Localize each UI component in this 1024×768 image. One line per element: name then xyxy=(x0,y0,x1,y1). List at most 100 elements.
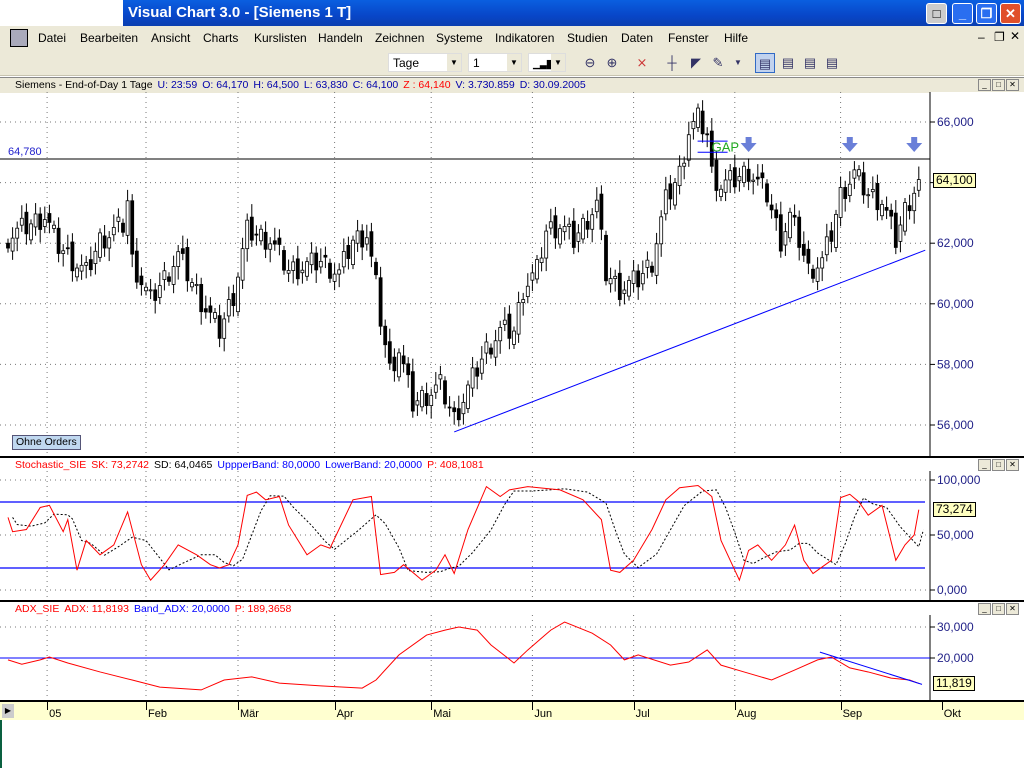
restore-layout-button[interactable]: □ xyxy=(926,3,947,24)
candle xyxy=(485,342,488,353)
menu-datei[interactable]: Datei xyxy=(38,31,66,45)
menu-handeln[interactable]: Handeln xyxy=(318,31,363,45)
menu-fenster[interactable]: Fenster xyxy=(668,31,709,45)
candle xyxy=(572,221,575,247)
menu-zeichnen[interactable]: Zeichnen xyxy=(375,31,424,45)
layout-2-icon[interactable]: ▤ xyxy=(778,53,798,73)
high-value: H: 64,500 xyxy=(253,79,299,91)
zoom-out-icon[interactable]: ⊖ xyxy=(580,53,600,73)
candle xyxy=(559,229,562,244)
candle xyxy=(646,260,649,267)
candle xyxy=(775,210,778,218)
adx-chart[interactable]: 30,00020,000 xyxy=(0,615,1024,700)
app-logo-icon[interactable] xyxy=(10,29,28,47)
panel-minimize-button[interactable]: _ xyxy=(978,603,991,615)
menu-systeme[interactable]: Systeme xyxy=(436,31,483,45)
indicator-name: ADX_SIE xyxy=(15,603,59,615)
mdi-minimize-icon[interactable]: ‒ xyxy=(978,30,985,44)
candle xyxy=(80,265,83,271)
last-value: Z : 64,140 xyxy=(403,79,450,91)
axis-tick-label: 56,000 xyxy=(937,418,974,432)
axis-tick-label: 50,000 xyxy=(937,528,974,542)
menu-hilfe[interactable]: Hilfe xyxy=(724,31,748,45)
candle xyxy=(637,271,640,287)
candle xyxy=(835,214,838,247)
last-adx-label: 11,819 xyxy=(933,676,975,691)
month-label: Okt xyxy=(944,708,961,720)
month-label: Aug xyxy=(737,708,757,720)
candle xyxy=(352,240,355,264)
candle xyxy=(871,189,874,191)
axis-tick-label: 58,000 xyxy=(937,357,974,371)
panel-maximize-button[interactable]: □ xyxy=(992,603,1005,615)
multiplier-select[interactable]: 1▼ xyxy=(468,53,522,72)
candle xyxy=(641,274,644,284)
delete-drawings-icon[interactable]: ⨯ xyxy=(632,53,652,73)
panel-close-button[interactable]: ✕ xyxy=(1006,459,1019,471)
candle xyxy=(664,190,667,214)
candle xyxy=(66,248,69,249)
period-select[interactable]: Tage▼ xyxy=(388,53,462,72)
price-chart[interactable]: 66,00064,00062,00060,00058,00056,00064,7… xyxy=(0,92,1024,456)
chart-type-select[interactable]: ▁▃▇▼ xyxy=(528,53,566,72)
minimize-button[interactable]: _ xyxy=(952,3,973,24)
layout-1-icon[interactable]: ▤ xyxy=(755,53,775,73)
panel-maximize-button[interactable]: □ xyxy=(992,79,1005,91)
last-sk-label: 73,274 xyxy=(933,502,976,517)
menu-charts[interactable]: Charts xyxy=(203,31,238,45)
candle xyxy=(108,238,111,248)
pen-color-icon[interactable]: ✎ xyxy=(708,53,728,73)
candle xyxy=(375,262,378,274)
candle xyxy=(287,270,290,273)
stochastic-chart[interactable]: 100,00050,0000,000 xyxy=(0,471,1024,600)
candle xyxy=(536,260,539,279)
candle xyxy=(200,284,203,311)
candle xyxy=(706,134,709,135)
candle xyxy=(103,236,106,248)
candle xyxy=(214,313,217,319)
candle xyxy=(122,223,125,232)
candle xyxy=(76,268,79,277)
menu-ansicht[interactable]: Ansicht xyxy=(151,31,190,45)
candle xyxy=(674,183,677,205)
close-button[interactable]: ✕ xyxy=(1000,3,1021,24)
crosshair-cursor-icon[interactable]: ┼ xyxy=(662,53,682,73)
candle xyxy=(126,201,129,236)
panel-close-button[interactable]: ✕ xyxy=(1006,603,1019,615)
menu-indikatoren[interactable]: Indikatoren xyxy=(495,31,554,45)
candle xyxy=(278,238,281,244)
scroll-left-icon[interactable]: ▶ xyxy=(2,704,14,718)
candle xyxy=(430,395,433,405)
menu-kurslisten[interactable]: Kurslisten xyxy=(254,31,307,45)
ohne-orders-button[interactable]: Ohne Orders xyxy=(12,435,81,450)
candle xyxy=(660,217,663,244)
menu-studien[interactable]: Studien xyxy=(567,31,608,45)
candle xyxy=(232,293,235,305)
candle xyxy=(789,212,792,237)
panel-maximize-button[interactable]: □ xyxy=(992,459,1005,471)
candle xyxy=(467,385,470,408)
time-axis[interactable]: ▶05FebMärAprMaiJunJulAugSepOkt xyxy=(0,700,1024,720)
candle xyxy=(365,238,368,244)
chevron-down-icon[interactable]: ▼ xyxy=(728,53,748,73)
layout-4-icon[interactable]: ▤ xyxy=(822,53,842,73)
candle xyxy=(356,231,359,243)
maximize-button[interactable]: ❐ xyxy=(976,3,997,24)
mdi-close-icon[interactable]: ✕ xyxy=(1010,29,1020,43)
panel-close-button[interactable]: ✕ xyxy=(1006,79,1019,91)
panel-minimize-button[interactable]: _ xyxy=(978,459,991,471)
resistance-label: 64,780 xyxy=(8,146,42,158)
candle xyxy=(269,244,272,249)
candle xyxy=(623,290,626,293)
candle xyxy=(342,251,345,266)
mdi-restore-icon[interactable]: ❐ xyxy=(994,30,1005,44)
menu-bearbeiten[interactable]: Bearbeiten xyxy=(80,31,138,45)
panel-minimize-button[interactable]: _ xyxy=(978,79,991,91)
month-label: Feb xyxy=(148,708,167,720)
candle xyxy=(733,168,736,187)
note-cursor-icon[interactable]: ◤ xyxy=(686,53,706,73)
layout-3-icon[interactable]: ▤ xyxy=(800,53,820,73)
axis-tick-label: 30,000 xyxy=(937,620,974,634)
menu-daten[interactable]: Daten xyxy=(621,31,653,45)
zoom-in-icon[interactable]: ⊕ xyxy=(602,53,622,73)
